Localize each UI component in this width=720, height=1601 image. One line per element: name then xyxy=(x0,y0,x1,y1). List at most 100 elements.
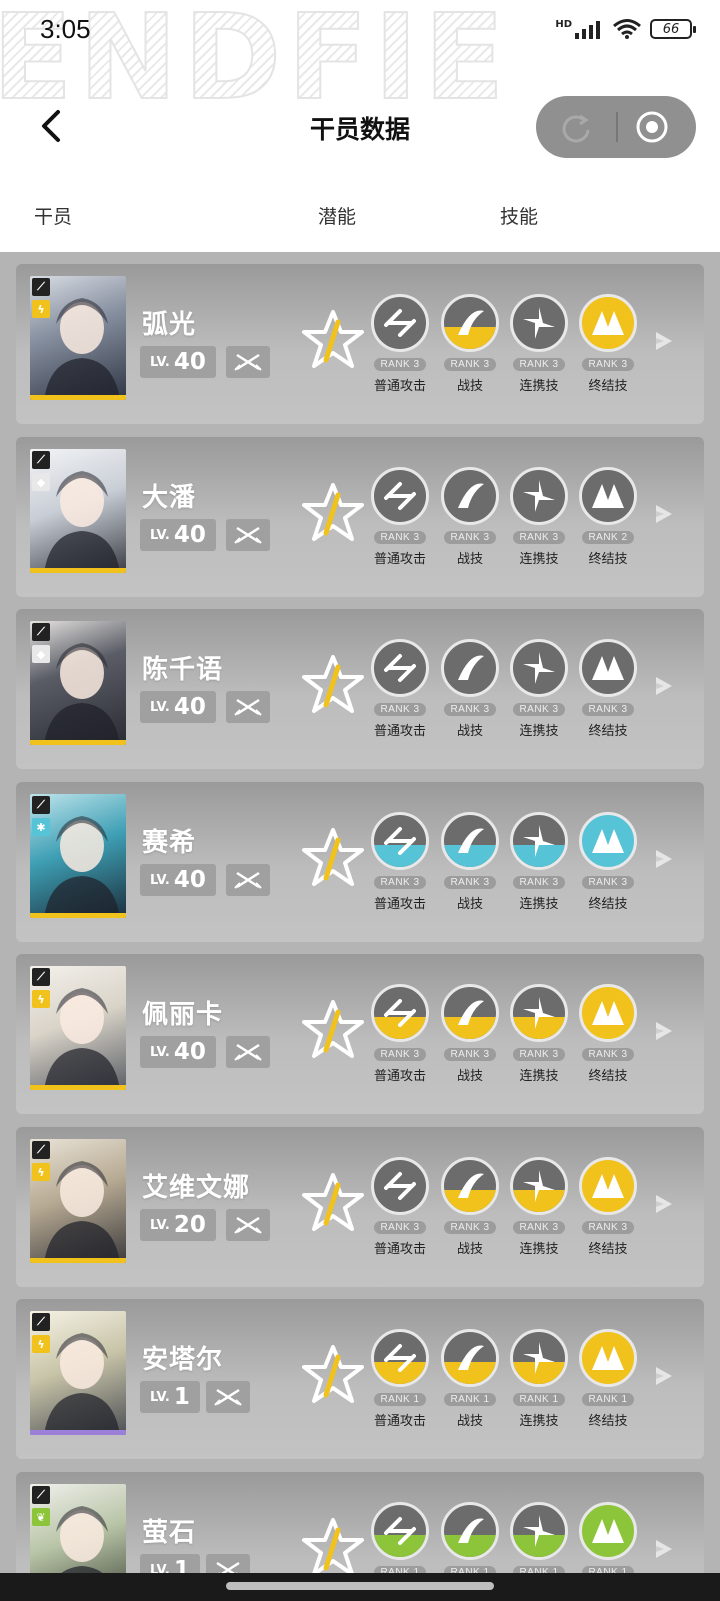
operator-name: 弧光 xyxy=(142,310,197,340)
skill-slot[interactable]: RANK 3 战技 xyxy=(440,984,500,1084)
skill-rank: RANK 3 xyxy=(513,1221,565,1234)
skill-slot[interactable]: RANK 3 普通攻击 xyxy=(370,639,430,739)
skill-slot[interactable]: RANK 3 战技 xyxy=(440,467,500,567)
skill-slot[interactable]: RANK 3 终结技 xyxy=(578,1157,638,1257)
level-label: LV. xyxy=(150,1044,170,1060)
skill-glyph xyxy=(444,1345,496,1384)
potential-star-icon[interactable] xyxy=(302,481,364,543)
operator-portrait: ⟋ ϟ xyxy=(30,1311,126,1435)
skill-label: 普通攻击 xyxy=(373,379,426,394)
weapon-button[interactable] xyxy=(226,691,270,723)
chevron-right-icon[interactable] xyxy=(652,846,678,872)
operator-name: 佩丽卡 xyxy=(142,1000,224,1030)
skill-slot[interactable]: RANK 3 终结技 xyxy=(578,294,638,394)
skill-rank: RANK 1 xyxy=(582,1393,634,1406)
potential-star-icon[interactable] xyxy=(302,1343,364,1405)
skill-rank: RANK 3 xyxy=(444,358,496,371)
skill-slot[interactable]: RANK 3 战技 xyxy=(440,294,500,394)
weapon-button[interactable] xyxy=(226,864,270,896)
potential-star-icon[interactable] xyxy=(302,998,364,1060)
operator-card[interactable]: ⟋ ◆ 大潘 LV. 40 RANK 3 普通攻击 RANK 3 战技 RANK 3 连携技 RANK… xyxy=(16,437,704,597)
operator-card[interactable]: ⟋ ✱ 赛希 LV. 40 RANK 3 普通攻击 RANK 3 战技 RANK 3 连携技 RANK… xyxy=(16,782,704,942)
skill-slot[interactable]: RANK 1 连携技 xyxy=(509,1329,569,1429)
skill-label: 终结技 xyxy=(588,552,628,567)
skill-glyph xyxy=(384,654,416,682)
skill-slot[interactable]: RANK 3 连携技 xyxy=(509,1157,569,1257)
weapon-button[interactable] xyxy=(226,346,270,378)
skill-slot[interactable]: RANK 2 终结技 xyxy=(578,467,638,567)
skill-rank: RANK 3 xyxy=(513,531,565,544)
potential-star-icon[interactable] xyxy=(302,1516,364,1578)
skill-icon xyxy=(441,1157,499,1215)
class-icon: ⟋ xyxy=(32,1313,50,1331)
operator-name: 大潘 xyxy=(142,483,197,513)
operator-name: 萤石 xyxy=(142,1518,197,1548)
skill-slot[interactable]: RANK 3 战技 xyxy=(440,812,500,912)
skill-slot[interactable]: RANK 3 连携技 xyxy=(509,294,569,394)
level-label: LV. xyxy=(150,354,170,370)
class-icon: ⟋ xyxy=(32,1141,50,1159)
operator-card[interactable]: ⟋ ϟ 佩丽卡 LV. 40 RANK 3 普通攻击 RANK 3 战技 RANK 3 连携技 RAN… xyxy=(16,954,704,1114)
level-label: LV. xyxy=(150,1389,170,1405)
skill-icon xyxy=(579,1329,637,1387)
chevron-right-icon[interactable] xyxy=(652,1363,678,1389)
skill-slot[interactable]: RANK 3 普通攻击 xyxy=(370,984,430,1084)
skill-slot[interactable]: RANK 1 普通攻击 xyxy=(370,1329,430,1429)
cryo-element-icon: ✱ xyxy=(32,818,50,836)
skill-label: 普通攻击 xyxy=(373,897,426,912)
chevron-right-icon[interactable] xyxy=(652,501,678,527)
skill-label: 战技 xyxy=(456,724,483,739)
skill-slot[interactable]: RANK 1 终结技 xyxy=(578,1329,638,1429)
skill-glyph xyxy=(374,1517,426,1557)
potential-star-icon[interactable] xyxy=(302,653,364,715)
potential-star-icon[interactable] xyxy=(302,1171,364,1233)
skill-slot[interactable]: RANK 3 连携技 xyxy=(509,984,569,1084)
level-badge: LV. 40 xyxy=(140,691,216,723)
crossed-swords-icon xyxy=(234,1216,262,1234)
refresh-icon[interactable] xyxy=(558,110,594,146)
level-value: 40 xyxy=(173,694,206,720)
chevron-right-icon[interactable] xyxy=(652,1536,678,1562)
skill-slot[interactable]: RANK 1 战技 xyxy=(440,1329,500,1429)
skill-slot[interactable]: RANK 3 普通攻击 xyxy=(370,812,430,912)
weapon-button[interactable] xyxy=(226,1209,270,1241)
operator-card[interactable]: ⟋ ◆ 陈千语 LV. 40 RANK 3 普通攻击 RANK 3 战技 RANK 3 连携技 RAN… xyxy=(16,609,704,769)
chevron-right-icon[interactable] xyxy=(652,1191,678,1217)
operator-card[interactable]: ⟋ ϟ 安塔尔 LV. 1 RANK 1 普通攻击 RANK 1 战技 RANK 1 连携技 RANK… xyxy=(16,1299,704,1459)
skill-slot[interactable]: RANK 3 终结技 xyxy=(578,812,638,912)
operator-card[interactable]: ⟋ ϟ 艾维文娜 LV. 20 RANK 3 普通攻击 RANK 3 战技 RANK 3 连携技 RA… xyxy=(16,1127,704,1287)
skill-icon xyxy=(371,1329,429,1387)
operator-portrait: ⟋ ϟ xyxy=(30,966,126,1090)
home-indicator[interactable] xyxy=(226,1582,494,1590)
chevron-right-icon[interactable] xyxy=(652,673,678,699)
skill-label: 连携技 xyxy=(519,379,559,394)
skill-slot[interactable]: RANK 3 连携技 xyxy=(509,467,569,567)
skill-icon xyxy=(510,984,568,1042)
skill-slot[interactable]: RANK 3 终结技 xyxy=(578,639,638,739)
chevron-right-icon[interactable] xyxy=(652,328,678,354)
skill-slot[interactable]: RANK 3 普通攻击 xyxy=(370,294,430,394)
skill-slot[interactable]: RANK 3 战技 xyxy=(440,639,500,739)
level-value: 1 xyxy=(173,1384,190,1410)
chevron-right-icon[interactable] xyxy=(652,1018,678,1044)
operator-card[interactable]: ⟋ ϟ 弧光 LV. 40 RANK 3 普通攻击 RANK 3 战技 RANK 3 连携技 RANK… xyxy=(16,264,704,424)
skill-slot[interactable]: RANK 3 终结技 xyxy=(578,984,638,1084)
rarity-bar xyxy=(30,1258,126,1263)
skill-slot[interactable]: RANK 3 普通攻击 xyxy=(370,467,430,567)
weapon-button[interactable] xyxy=(226,519,270,551)
potential-star-icon[interactable] xyxy=(302,308,364,370)
potential-star-icon[interactable] xyxy=(302,826,364,888)
skill-slot[interactable]: RANK 3 战技 xyxy=(440,1157,500,1257)
record-icon[interactable] xyxy=(634,109,670,145)
status-time: 3:05 xyxy=(40,14,91,44)
skill-slot[interactable]: RANK 3 连携技 xyxy=(509,639,569,739)
skill-glyph xyxy=(523,307,555,339)
operator-name: 安塔尔 xyxy=(142,1345,224,1375)
skill-icon xyxy=(441,1502,499,1560)
skill-label: 终结技 xyxy=(588,724,628,739)
skill-slot[interactable]: RANK 3 普通攻击 xyxy=(370,1157,430,1257)
weapon-button[interactable] xyxy=(226,1036,270,1068)
weapon-button[interactable] xyxy=(206,1381,250,1413)
class-icon: ⟋ xyxy=(32,1486,50,1504)
skill-slot[interactable]: RANK 3 连携技 xyxy=(509,812,569,912)
